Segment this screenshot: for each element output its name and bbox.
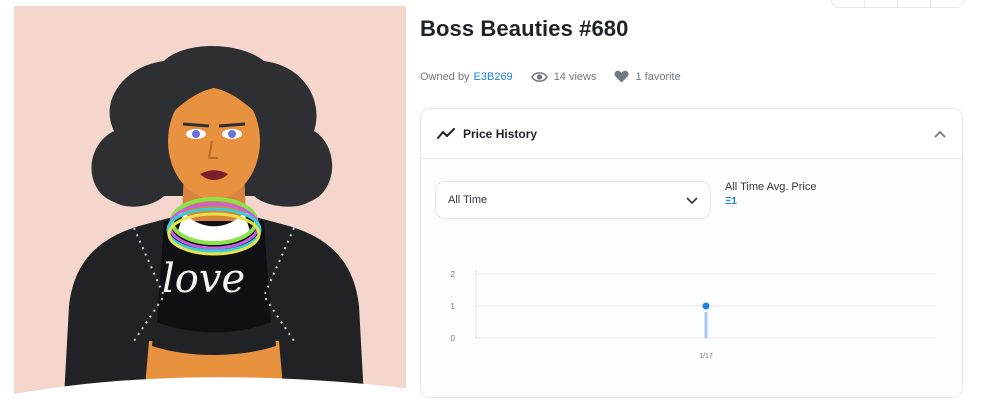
volume-bar [704,312,708,338]
item-title: Boss Beauties #680 [420,16,629,41]
y-tick-label: 1 [451,302,456,311]
avg-price-value: Ξ1 [725,196,737,207]
views-count: 14 views [530,70,597,83]
favorites-count[interactable]: 1 favorite [614,70,681,83]
heart-icon [615,70,629,83]
price-history-title: Price History [463,126,538,141]
more-button[interactable] [930,0,964,8]
y-tick-label: 2 [451,270,456,279]
external-link-button[interactable] [864,0,898,8]
price-history-chart: 0 1 2 1/17 [451,270,936,360]
price-history-header[interactable]: Price History [421,109,962,159]
nft-artwork[interactable]: love [14,6,406,398]
item-actions [831,0,964,8]
price-history-panel: Price History All Time All Time Avg. Pri… [420,108,963,398]
artwork-bottom-curve [0,377,420,404]
period-selected: All Time [448,194,488,206]
price-history-body: All Time All Time Avg. Price Ξ1 0 1 2 1/17 [421,160,962,397]
share-button[interactable] [897,0,931,8]
owned-by-label: Owned by [420,70,470,83]
chevron-down-icon [686,197,698,204]
x-tick-label: 1/17 [699,353,713,360]
period-select[interactable]: All Time [435,181,711,219]
favorites-label: 1 favorite [635,70,681,83]
trend-icon [437,127,455,139]
views-label: 14 views [553,70,597,83]
avg-price: All Time Avg. Price Ξ1 [725,181,817,207]
shirt-text: love [162,256,246,302]
y-tick-label: 0 [451,334,456,343]
eye-icon [530,71,548,82]
refresh-button[interactable] [831,0,865,8]
data-point [702,302,710,310]
chevron-up-icon[interactable] [934,130,946,138]
item-meta: Owned by E3B269 14 views 1 favorite [420,70,681,83]
avg-price-label: All Time Avg. Price [725,181,817,193]
owner-link[interactable]: E3B269 [474,71,513,83]
